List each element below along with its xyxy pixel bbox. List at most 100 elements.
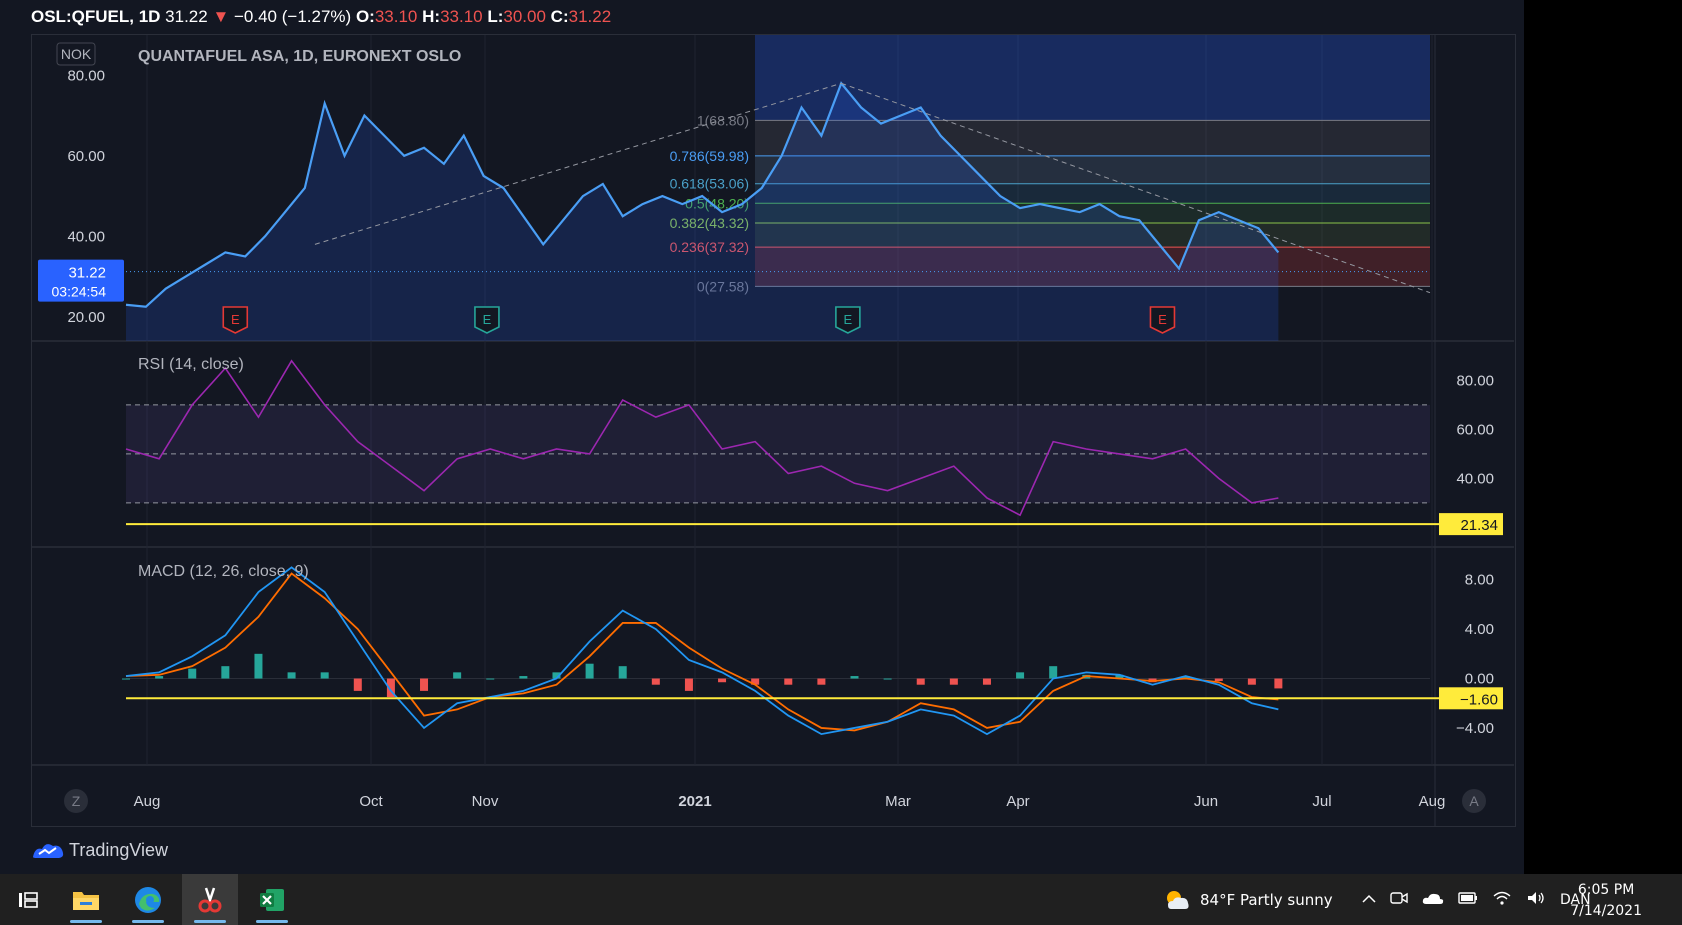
macd-axis-tick: −4.00 <box>1456 720 1494 737</box>
macd-histogram-bar <box>519 676 528 679</box>
brand-name: TradingView <box>69 839 169 860</box>
rsi-axis-tick: 40.00 <box>1456 470 1494 487</box>
volume-icon[interactable] <box>1526 890 1546 910</box>
macd-histogram-bar <box>718 678 727 683</box>
rsi-axis-tick: 60.00 <box>1456 421 1494 438</box>
windows-taskbar: 84°F Partly sunny DAN 6:05 PM 7/14/2021 <box>0 874 1682 925</box>
time-axis-tick: 2021 <box>678 793 711 810</box>
show-hidden-icons-chevron-icon[interactable] <box>1362 892 1376 908</box>
macd-histogram-bar <box>221 666 230 679</box>
earnings-label: E <box>1158 312 1167 327</box>
snipping-tool-running-indicator <box>194 920 226 923</box>
macd-histogram-bar <box>1049 666 1058 679</box>
price-axis-tick: 20.00 <box>67 309 105 326</box>
macd-histogram-bar <box>982 678 991 685</box>
rsi-title: RSI (14, close) <box>138 356 244 373</box>
tradingview-window: OSL:QFUEL, 1D 31.22 ▼ −0.40 (−1.27%) O: 3… <box>0 0 1524 874</box>
right-blank-area <box>1524 0 1682 874</box>
battery-icon[interactable] <box>1458 891 1478 909</box>
macd-histogram-bar <box>1247 678 1256 685</box>
macd-histogram-bar <box>618 666 627 679</box>
macd-title: MACD (12, 26, close, 9) <box>138 563 309 580</box>
macd-axis-tick: 8.00 <box>1465 572 1494 589</box>
task-view-icon[interactable] <box>0 874 56 925</box>
last-price: 31.22 <box>165 7 208 26</box>
fib-level-label: 1(68.80) <box>697 112 749 128</box>
time-axis-tick: Aug <box>134 793 161 810</box>
clock-date: 7/14/2021 <box>1570 903 1642 919</box>
macd-histogram-bar <box>684 678 693 691</box>
fib-level-label: 0.618(53.06) <box>670 176 749 192</box>
open-label: O: <box>355 7 375 26</box>
symbol-header: OSL:QFUEL, 1D 31.22 ▼ −0.40 (−1.27%) O: 3… <box>31 4 611 30</box>
meet-now-icon[interactable] <box>1390 890 1408 910</box>
macd-axis-tick: 4.00 <box>1465 621 1494 638</box>
auto-scale-label: A <box>1469 793 1479 809</box>
chart-area[interactable]: 1(68.80) 0.786(59.98) 0.618(53.06) 0.5(48.2… <box>31 34 1516 827</box>
edge-browser-icon[interactable] <box>120 874 176 925</box>
price-tag-countdown: 03:24:54 <box>52 284 107 300</box>
chart-title: QUANTAFUEL ASA, 1D, EURONEXT OSLO <box>138 48 461 65</box>
symbol-name[interactable]: OSL:QFUEL, <box>31 7 134 26</box>
tradingview-brand[interactable]: TradingView <box>31 836 168 864</box>
tradingview-logo-icon <box>33 844 64 858</box>
time-axis-tick: Aug <box>1419 793 1446 810</box>
excel-icon[interactable] <box>244 874 300 925</box>
rsi-axis-tick: 80.00 <box>1456 372 1494 389</box>
file-explorer-icon[interactable] <box>58 874 114 925</box>
macd-histogram-bar <box>784 678 793 685</box>
partly-sunny-icon <box>1167 890 1189 909</box>
time-axis-tick: Jul <box>1312 793 1331 810</box>
high-value: 33.10 <box>440 7 483 26</box>
time-axis-tick: Oct <box>359 793 383 810</box>
onedrive-cloud-icon[interactable] <box>1422 891 1444 909</box>
macd-marker-value: −1.60 <box>1460 691 1498 708</box>
macd-histogram-bar <box>651 678 660 685</box>
wifi-icon[interactable] <box>1492 890 1512 910</box>
weather-text: 84°F Partly sunny <box>1200 890 1333 909</box>
macd-histogram-bar <box>188 668 197 679</box>
rsi-marker-value: 21.34 <box>1460 517 1498 534</box>
high-label: H: <box>422 7 441 26</box>
price-axis-tick: 40.00 <box>67 228 105 245</box>
macd-histogram-bar <box>420 678 429 691</box>
earnings-label: E <box>844 312 853 327</box>
macd-histogram-bar <box>1016 672 1025 679</box>
file-explorer-running-indicator <box>70 920 102 923</box>
macd-histogram-bar <box>453 672 462 679</box>
edge-running-indicator <box>132 920 164 923</box>
snipping-tool-icon[interactable] <box>182 874 238 925</box>
macd-histogram-bar <box>320 672 329 679</box>
zoom-button-label: Z <box>72 793 81 809</box>
earnings-label: E <box>231 312 240 327</box>
time-axis-tick: Mar <box>885 793 911 810</box>
weather-widget[interactable]: 84°F Partly sunny <box>1162 874 1333 925</box>
down-arrow-icon: ▼ <box>212 7 230 26</box>
macd-histogram-bar <box>486 678 495 680</box>
macd-signal-line <box>125 572 1279 732</box>
close-label: C: <box>550 7 569 26</box>
price-axis-tick: 80.00 <box>67 67 105 84</box>
interval-label[interactable]: 1D <box>139 7 161 26</box>
low-label: L: <box>487 7 504 26</box>
macd-histogram-bar <box>585 663 594 679</box>
excel-running-indicator <box>256 920 288 923</box>
system-tray: DAN <box>1362 874 1591 925</box>
price-change: −0.40 (−1.27%) <box>234 7 352 26</box>
fib-level-label: 0.786(59.98) <box>670 148 749 164</box>
macd-histogram-bar <box>1214 678 1223 681</box>
clock-time: 6:05 PM <box>1577 882 1635 898</box>
currency-label: NOK <box>61 46 92 62</box>
chart-svg[interactable]: 1(68.80)0.786(59.98)0.618(53.06)0.5(48.2… <box>32 35 1514 826</box>
earnings-label: E <box>483 312 492 327</box>
price-axis-tick: 60.00 <box>67 148 105 165</box>
macd-histogram-bar <box>883 678 892 680</box>
time-axis-tick: Jun <box>1194 793 1218 810</box>
system-clock[interactable]: 6:05 PM 7/14/2021 <box>1570 880 1642 922</box>
macd-histogram-bar <box>122 678 130 680</box>
macd-histogram-bar <box>353 678 362 691</box>
macd-histogram-bar <box>287 672 296 679</box>
macd-line <box>125 566 1279 736</box>
macd-histogram-bar <box>850 676 859 679</box>
macd-histogram-bar <box>916 678 925 685</box>
